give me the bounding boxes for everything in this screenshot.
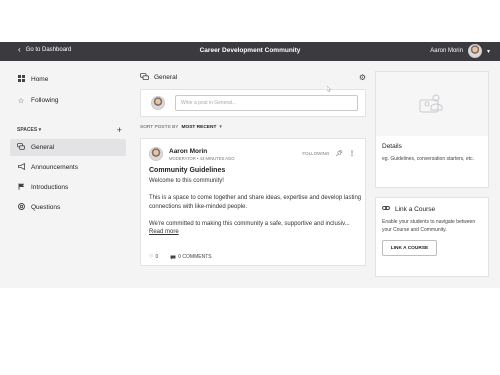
post-card: Aaron Morin MODERATOR • 43 MINUTES AGO F…	[140, 138, 366, 266]
caret-down-icon: ▾	[219, 125, 222, 130]
sidebar-item-announcements[interactable]: Announcements	[10, 159, 126, 176]
star-icon: ☆	[17, 97, 25, 105]
user-name: Aaron Morin	[430, 48, 463, 54]
link-icon	[382, 205, 390, 213]
home-grid-icon	[17, 75, 25, 84]
chat-bubbles-icon	[17, 143, 25, 152]
community-title: Career Development Community	[199, 47, 301, 54]
spaces-header: SPACES ▾ +	[10, 123, 126, 137]
details-text: eg. Guidelines, conversation starters, e…	[382, 156, 474, 162]
post-meta: MODERATOR • 43 MINUTES AGO	[169, 155, 235, 161]
caret-down-icon: ▾	[486, 48, 490, 55]
right-column: Details eg. Guidelines, conversation sta…	[375, 71, 489, 277]
user-avatar	[151, 96, 165, 110]
mouse-cursor-icon	[327, 86, 331, 92]
space-title: General	[154, 73, 178, 81]
sidebar-item-introductions[interactable]: Introductions	[10, 179, 126, 196]
link-course-text: Enable your students to navigate between…	[382, 219, 476, 233]
user-avatar	[467, 44, 482, 58]
post-footer: ♡ 0 0 COMMENTS	[149, 254, 212, 260]
read-more-link[interactable]: Read more	[149, 229, 357, 235]
sidebar-item-questions[interactable]: Questions	[10, 199, 126, 216]
post-paragraph: Welcome to this community!	[149, 178, 224, 184]
main-feed: General ⚙ Write a post in General... SOR…	[140, 71, 366, 266]
more-options-icon[interactable]: ⋮	[349, 150, 355, 157]
comments-button[interactable]: 0 COMMENTS	[170, 254, 212, 260]
spaces-toggle[interactable]: SPACES ▾	[17, 127, 41, 133]
space-header: General ⚙	[140, 71, 366, 83]
sidebar-item-general[interactable]: General	[10, 139, 126, 156]
post-title[interactable]: Community Guidelines	[149, 167, 357, 174]
lifebuoy-icon	[17, 203, 25, 212]
like-button[interactable]: ♡ 0	[149, 254, 158, 260]
post-composer-input[interactable]: Write a post in General...	[175, 95, 358, 111]
link-course-button[interactable]: LINK A COURSE	[382, 240, 437, 256]
sidebar-item-following[interactable]: ☆ Following	[10, 92, 126, 109]
comment-count: 0 COMMENTS	[178, 254, 212, 260]
sidebar-item-label: Introductions	[31, 184, 69, 191]
flag-icon	[17, 183, 25, 192]
user-menu[interactable]: Aaron Morin ▾	[430, 44, 490, 58]
sort-control[interactable]: SORT POSTS BY MOST RECENT ▾	[140, 125, 366, 130]
top-bar: ‹ Go to Dashboard Career Development Com…	[0, 42, 500, 61]
add-space-button[interactable]: +	[117, 125, 122, 135]
author-avatar[interactable]	[149, 147, 163, 161]
heart-icon: ♡	[149, 254, 154, 260]
post-body: Welcome to this community! This is a spa…	[149, 177, 364, 229]
sort-value: MOST RECENT	[181, 125, 217, 130]
post-paragraph: This is a space to come together and sha…	[149, 194, 362, 211]
sidebar-item-home[interactable]: Home	[10, 71, 126, 88]
chat-bubbles-icon	[140, 72, 149, 82]
gear-icon[interactable]: ⚙	[359, 73, 366, 82]
sidebar-item-label: Questions	[31, 204, 61, 211]
post-composer: Write a post in General...	[140, 89, 366, 117]
link-course-card: Link a Course Enable your students to na…	[375, 197, 489, 277]
sidebar-item-label: Announcements	[31, 164, 78, 171]
details-title: Details	[382, 143, 402, 150]
sidebar-item-label: Home	[31, 76, 49, 83]
sidebar-item-label: Following	[31, 97, 59, 104]
comment-icon	[170, 255, 176, 260]
people-icon	[419, 94, 443, 113]
sidebar: Home ☆ Following SPACES ▾ + General Anno…	[10, 71, 126, 216]
post-paragraph: We're committed to making this community…	[149, 220, 350, 227]
megaphone-icon	[17, 162, 25, 172]
sort-label: SORT POSTS BY	[140, 125, 179, 130]
app-frame: ‹ Go to Dashboard Career Development Com…	[0, 42, 500, 288]
post-author[interactable]: Aaron Morin	[169, 148, 235, 155]
sidebar-item-label: General	[31, 144, 55, 151]
pin-icon[interactable]: 📌︎	[335, 150, 343, 157]
link-course-title: Link a Course	[395, 205, 436, 213]
following-toggle[interactable]: FOLLOWING	[302, 151, 329, 156]
details-card: Details eg. Guidelines, conversation sta…	[375, 71, 489, 188]
like-count: 0	[155, 254, 159, 260]
details-illustration	[376, 72, 488, 136]
